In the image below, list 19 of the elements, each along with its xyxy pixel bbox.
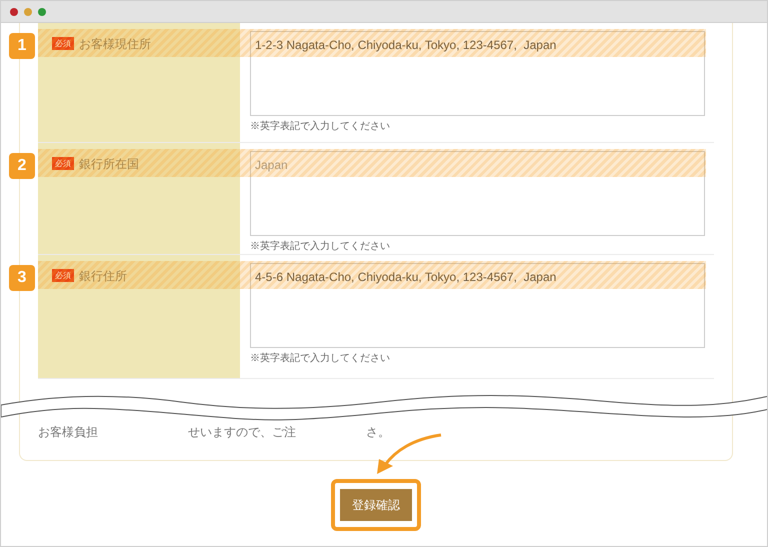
field-label: 銀行所在国: [79, 156, 139, 173]
field-label: お客様現住所: [79, 36, 151, 53]
hint-text: ※英字表記で入力してください: [250, 240, 391, 254]
number-badge: 1: [9, 33, 35, 59]
note-text: せいますので、ご注: [188, 424, 296, 441]
address-field[interactable]: Japan: [250, 151, 705, 236]
required-tag: 必須: [52, 269, 74, 282]
confirm-button[interactable]: 登録確認: [340, 489, 412, 521]
number-badge: 2: [9, 153, 35, 179]
field-label: 銀行住所: [79, 268, 127, 285]
number-badge: 3: [9, 265, 35, 291]
note-text: お客様負担: [38, 424, 98, 441]
hint-text: ※英字表記で入力してください: [250, 352, 391, 366]
required-tag: 必須: [52, 157, 74, 170]
hint-text: ※英字表記で入力してください: [250, 120, 391, 134]
note-text: さ。: [366, 424, 390, 441]
address-field[interactable]: 1-2-3 Nagata-Cho, Chiyoda-ku, Tokyo, 123-4567, Japan: [250, 31, 705, 116]
required-tag: 必須: [52, 37, 74, 50]
address-field[interactable]: 4-5-6 Nagata-Cho, Chiyoda-ku, Tokyo, 123-4567, Japan: [250, 263, 705, 348]
